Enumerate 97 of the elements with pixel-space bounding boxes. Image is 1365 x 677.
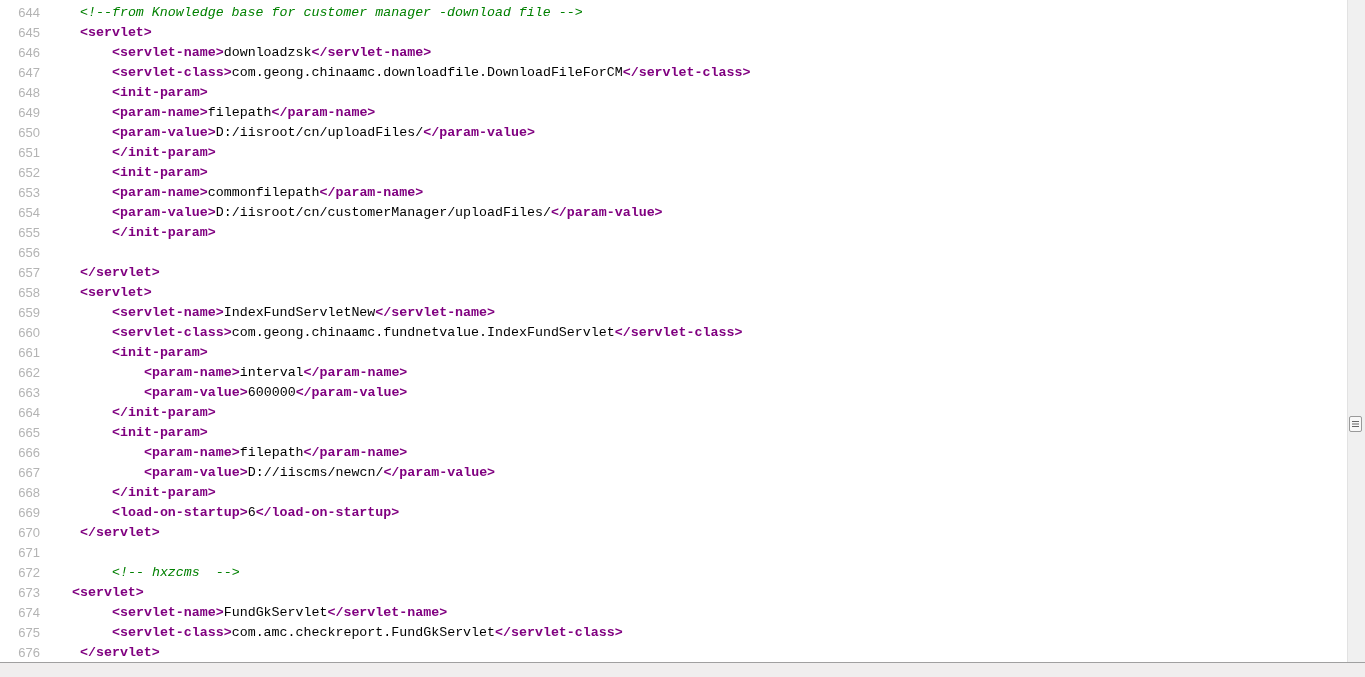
tag-text: downloadzsk (223, 44, 312, 60)
tag-text: D:/iisroot/cn/customerManager/uploadFiles/ (215, 204, 551, 220)
line-number: 660 (17, 324, 40, 340)
line-number: 667 (17, 464, 40, 480)
tag-text: filepath (239, 444, 304, 460)
xml-tag: <param-name> (112, 184, 208, 200)
tag-text: interval (239, 364, 304, 380)
xml-tag: <servlet> (72, 584, 144, 600)
xml-tag: <servlet> (80, 284, 152, 300)
xml-tag: </servlet-class> (614, 324, 743, 340)
xml-tag: </servlet> (80, 264, 160, 280)
xml-tag: <param-value> (144, 464, 248, 480)
line-number: 650 (17, 124, 40, 140)
xml-tag: </param-name> (303, 444, 408, 460)
xml-tag: </init-param> (112, 484, 216, 500)
xml-tag: </param-value> (383, 464, 496, 480)
line-number: 659 (17, 304, 40, 320)
xml-tag: <init-param> (112, 84, 208, 100)
xml-tag: <param-name> (112, 104, 208, 120)
xml-tag: <servlet-class> (112, 624, 232, 640)
code-comment: <!-- hxzcms --> (112, 564, 240, 580)
tag-text: 600000 (247, 384, 296, 400)
xml-tag: </servlet-name> (311, 44, 432, 60)
tag-text: com.geong.chinaamc.fundnetvalue.IndexFundServlet (231, 324, 615, 340)
xml-tag: </servlet-class> (622, 64, 751, 80)
xml-tag: <servlet-class> (112, 64, 232, 80)
xml-tag: </servlet> (80, 524, 160, 540)
line-number: 671 (17, 544, 40, 560)
tag-text: commonfilepath (207, 184, 320, 200)
xml-tag: </init-param> (112, 404, 216, 420)
grip-icon (1352, 421, 1359, 427)
xml-tag: <param-value> (112, 124, 216, 140)
line-number: 645 (17, 24, 40, 40)
line-number: 676 (17, 644, 40, 660)
line-number: 652 (17, 164, 40, 180)
xml-tag: </load-on-startup> (255, 504, 400, 520)
tag-text: com.amc.checkreport.FundGkServlet (231, 624, 496, 640)
line-number: 665 (17, 424, 40, 440)
line-number: 663 (17, 384, 40, 400)
line-number: 675 (17, 624, 40, 640)
xml-tag: <servlet> (80, 24, 152, 40)
tag-text: com.geong.chinaamc.downloadfile.DownloadFileForCM (231, 64, 623, 80)
xml-tag: </param-name> (319, 184, 424, 200)
scrollbar-thumb[interactable] (1349, 416, 1362, 432)
line-number: 662 (17, 364, 40, 380)
line-number: 647 (17, 64, 40, 80)
line-number: 654 (17, 204, 40, 220)
xml-tag: <init-param> (112, 164, 208, 180)
xml-tag: </servlet-name> (327, 604, 448, 620)
code-comment: <!--from Knowledge base for customer manager -download file --> (80, 4, 583, 20)
xml-tag: <param-value> (112, 204, 216, 220)
line-number: 653 (17, 184, 40, 200)
xml-tag: <param-name> (144, 444, 240, 460)
line-number: 648 (17, 84, 40, 100)
xml-tag: </param-name> (303, 364, 408, 380)
xml-tag: <init-param> (112, 424, 208, 440)
xml-tag: </servlet-name> (375, 304, 496, 320)
xml-tag: <load-on-startup> (112, 504, 248, 520)
tag-text: 6 (247, 504, 256, 520)
xml-tag: </param-value> (295, 384, 408, 400)
line-number: 668 (17, 484, 40, 500)
tag-text: FundGkServlet (223, 604, 328, 620)
tag-text: filepath (207, 104, 272, 120)
line-number: 661 (17, 344, 40, 360)
xml-tag: <param-name> (144, 364, 240, 380)
tag-text: D:/iisroot/cn/uploadFiles/ (215, 124, 424, 140)
line-number: 656 (17, 244, 40, 260)
vertical-scrollbar[interactable] (1347, 0, 1365, 662)
xml-tag: </param-value> (550, 204, 663, 220)
line-number: 674 (17, 604, 40, 620)
xml-tag: </param-name> (271, 104, 376, 120)
xml-tag: <servlet-name> (112, 44, 224, 60)
line-number: 655 (17, 224, 40, 240)
line-number: 664 (17, 404, 40, 420)
line-number: 644 (17, 4, 40, 20)
xml-tag: </servlet-class> (495, 624, 623, 640)
xml-tag: </servlet> (80, 644, 160, 660)
line-number: 670 (17, 524, 40, 540)
line-number: 657 (17, 264, 40, 280)
line-number: 673 (17, 584, 40, 600)
line-number: 658 (17, 284, 40, 300)
tag-text: IndexFundServletNew (223, 304, 376, 320)
xml-tag: <servlet-name> (112, 304, 224, 320)
line-number: 646 (17, 44, 40, 60)
xml-tag: <servlet-name> (112, 604, 224, 620)
tag-text: D://iiscms/newcn/ (247, 464, 384, 480)
xml-tag: </init-param> (112, 144, 216, 160)
line-number: 649 (17, 104, 40, 120)
line-number: 666 (17, 444, 40, 460)
line-number: 651 (17, 144, 40, 160)
xml-tag: </init-param> (112, 224, 216, 240)
xml-tag: <init-param> (112, 344, 208, 360)
xml-tag: </param-value> (423, 124, 535, 140)
line-number: 672 (17, 564, 40, 580)
line-number: 669 (17, 504, 40, 520)
xml-tag: <servlet-class> (112, 324, 232, 340)
xml-tag: <param-value> (144, 384, 248, 400)
